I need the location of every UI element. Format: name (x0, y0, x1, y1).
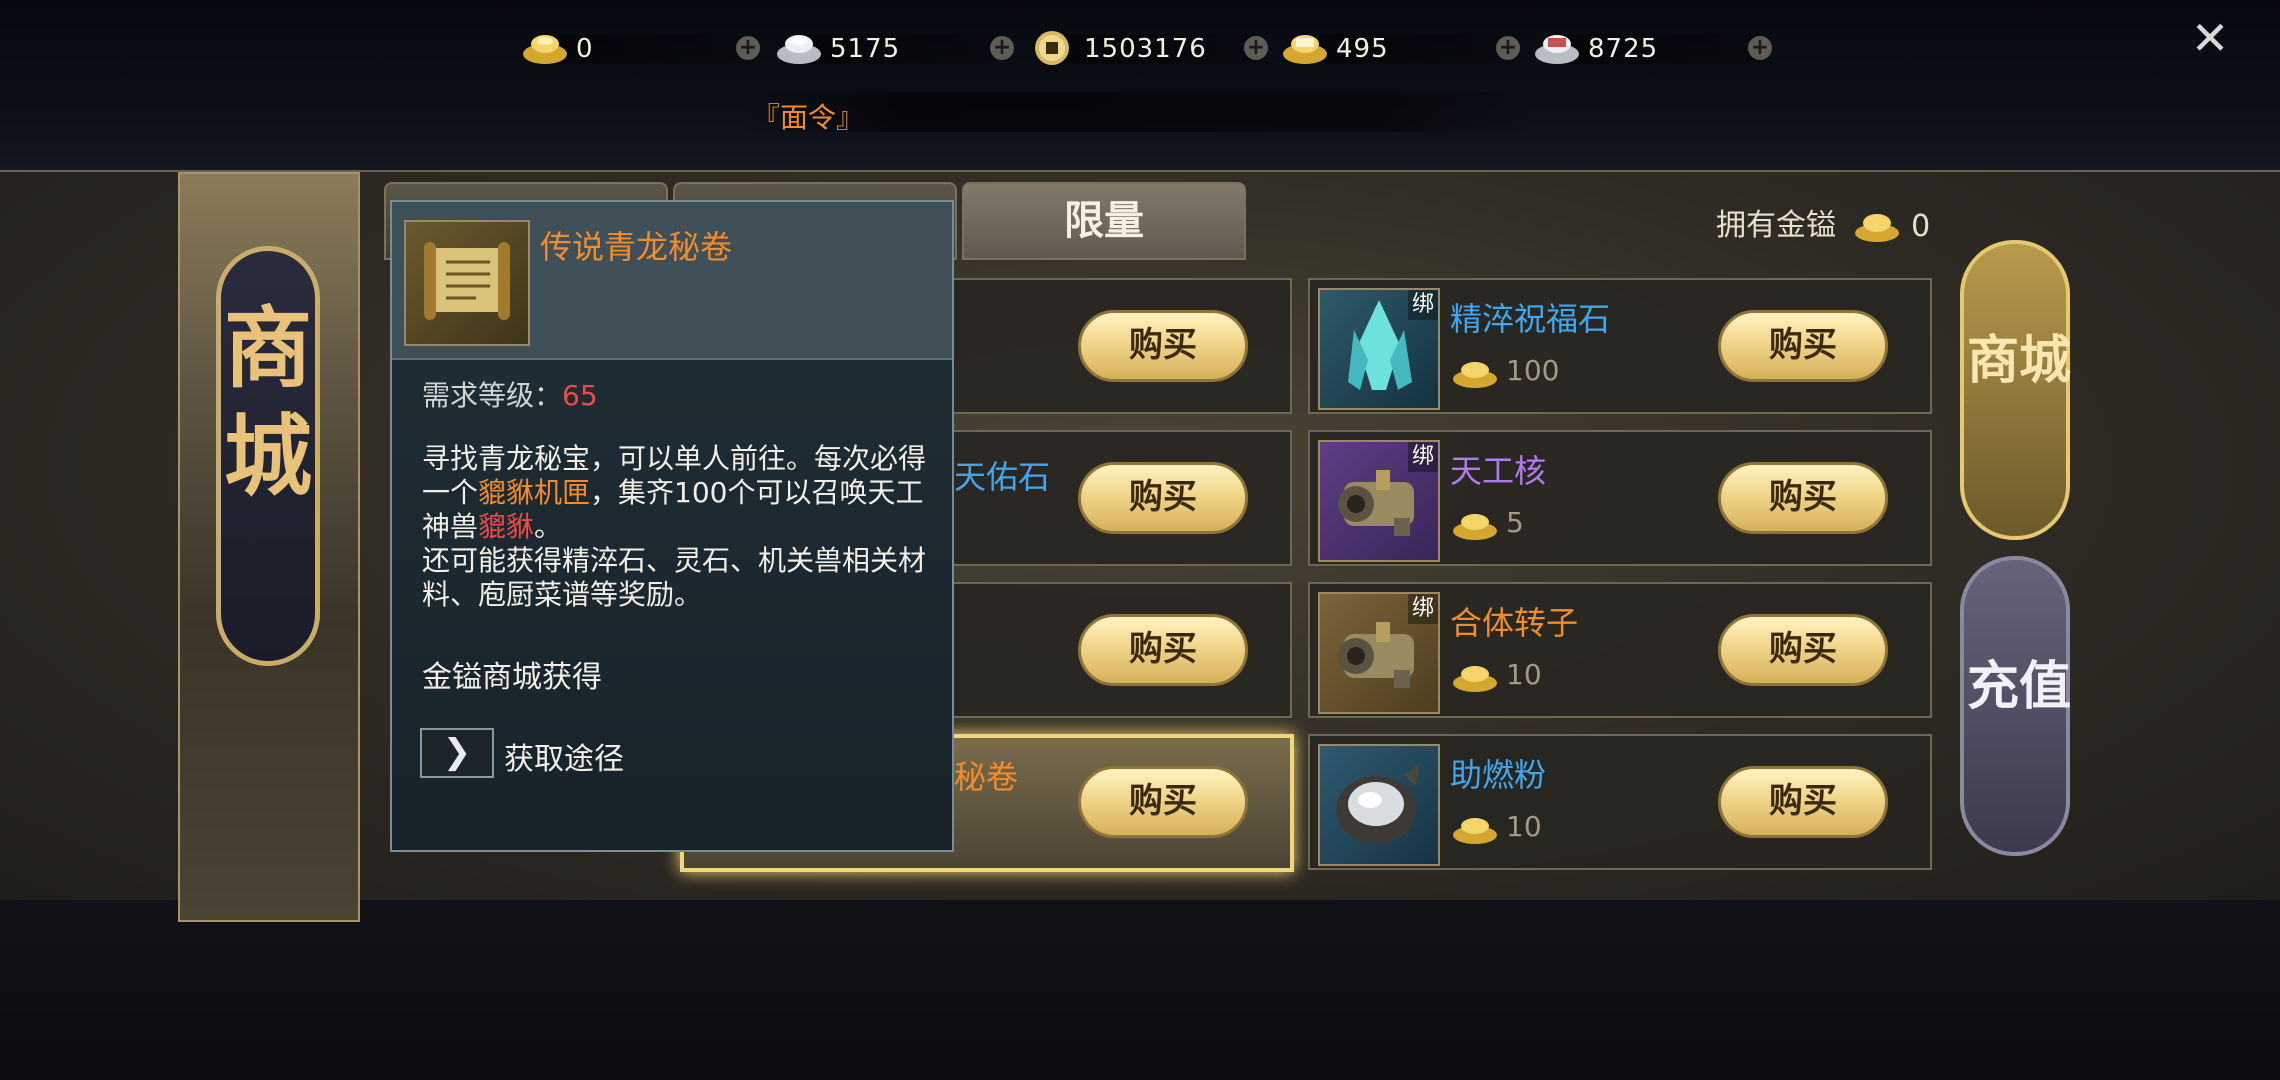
crystal-icon: 绑 (1318, 288, 1440, 410)
copper-coin-icon (1035, 31, 1069, 65)
tooltip-item-name: 传说青龙秘卷 (540, 228, 733, 266)
gold-ingot-icon (1453, 514, 1497, 540)
item-tooltip: 传说青龙秘卷 需求等级：65 寻找青龙秘宝，可以单人前往。每次必得一个貔貅机匣，… (390, 200, 954, 852)
add-currency-button[interactable]: + (1748, 36, 1772, 60)
tooltip-source: 金镒商城获得 (422, 660, 602, 695)
route-label[interactable]: 获取途径 (504, 734, 624, 778)
item-name: 合体转子 (1450, 604, 1579, 642)
currency-value: 8725 (1588, 34, 1659, 64)
item-name: 秘卷 (954, 758, 1019, 796)
buy-button[interactable]: 购买 (1718, 310, 1888, 382)
notice-bar: 『面令』 (740, 92, 1540, 134)
gold-ticket-ingot-icon (1283, 35, 1327, 64)
item-name: 天工核 (1450, 452, 1547, 490)
top-background (0, 0, 2280, 170)
owned-gold-display: 拥有金镒 0 (1716, 200, 1930, 244)
silver-ticket-ingot-icon (1535, 35, 1579, 64)
currency-copper: 1503176 + (1028, 28, 1268, 68)
item-price: 10 (1506, 658, 1542, 691)
currency-value: 1503176 (1084, 34, 1207, 64)
bottom-background (0, 900, 2280, 1080)
currency-value: 5175 (830, 34, 901, 64)
item-price: 10 (1506, 810, 1542, 843)
buy-button[interactable]: 购买 (1718, 766, 1888, 838)
tab-limited-label: 限量 (1064, 197, 1144, 244)
side-tab-recharge[interactable]: 充值 (1960, 556, 2071, 856)
bind-badge: 绑 (1408, 290, 1438, 320)
currency-gold-ticket: 495 + (1280, 28, 1520, 68)
currency-silver-ticket: 8725 + (1532, 28, 1772, 68)
side-tab-shop-label: 商城 (1966, 330, 2071, 391)
shop-banner: 商城 (178, 172, 360, 922)
notice-text: 『面令』 (752, 101, 865, 134)
item-name: 助燃粉 (1450, 756, 1547, 794)
desc-text: 。 (534, 510, 563, 543)
buy-button[interactable]: 购买 (1078, 462, 1248, 534)
item-price: 5 (1506, 506, 1524, 539)
add-currency-button[interactable]: + (990, 36, 1014, 60)
level-label: 需求等级： (422, 379, 563, 412)
tooltip-level: 需求等级：65 (422, 374, 598, 414)
buy-button[interactable]: 购买 (1718, 462, 1888, 534)
level-value: 65 (562, 379, 598, 412)
tooltip-description: 寻找青龙秘宝，可以单人前往。每次必得一个貔貅机匣，集齐100个可以召唤天工神兽貔… (422, 442, 942, 612)
chevron-right-icon: ❯ (442, 732, 472, 772)
add-currency-button[interactable]: + (1244, 36, 1268, 60)
desc-highlight: 貔貅 (478, 510, 535, 543)
item-price: 100 (1506, 354, 1560, 387)
banner-title: 商城 (223, 296, 312, 508)
shop-item-card[interactable]: 绑 精淬祝福石 100 购买 (1308, 278, 1932, 414)
buy-button[interactable]: 购买 (1078, 310, 1248, 382)
scroll-icon (404, 220, 530, 346)
desc-text: 还可能获得精淬石、灵石、机关兽相关材料、庖厨菜谱等奖励。 (422, 544, 927, 611)
shop-item-card[interactable]: 绑 天工核 5 购买 (1308, 430, 1932, 566)
owned-label: 拥有金镒 (1716, 208, 1836, 243)
tab-limited[interactable]: 限量 (962, 182, 1246, 260)
gold-ingot-icon (1453, 818, 1497, 844)
gold-ingot-icon (1854, 213, 1899, 242)
powder-pouch-icon (1318, 744, 1440, 866)
bind-badge: 绑 (1408, 594, 1438, 624)
currency-value: 0 (576, 34, 594, 64)
bind-badge: 绑 (1408, 442, 1438, 472)
owned-value: 0 (1911, 209, 1931, 244)
shop-item-card[interactable]: 绑 合体转子 10 购买 (1308, 582, 1932, 718)
currency-value: 495 (1336, 34, 1389, 64)
buy-button[interactable]: 购买 (1718, 614, 1888, 686)
side-tab-shop[interactable]: 商城 (1960, 240, 2071, 540)
item-name: 精淬祝福石 (1450, 300, 1611, 338)
shop-item-card[interactable]: 助燃粉 10 购买 (1308, 734, 1932, 870)
rotor-icon: 绑 (1318, 592, 1440, 714)
route-arrow-button[interactable]: ❯ (420, 728, 494, 778)
gold-ingot-icon (1453, 362, 1497, 388)
currency-gold: 0 + (520, 28, 760, 68)
buy-button[interactable]: 购买 (1078, 614, 1248, 686)
item-name: 天佑石 (954, 458, 1051, 496)
desc-highlight: 貔貅机匣 (478, 476, 591, 509)
mechanism-core-icon: 绑 (1318, 440, 1440, 562)
silver-ingot-icon (777, 35, 821, 64)
side-tab-recharge-label: 充值 (1966, 656, 2071, 717)
currency-silver: 5175 + (774, 28, 1014, 68)
close-button[interactable]: ✕ (2190, 15, 2230, 61)
gold-ingot-icon (1453, 666, 1497, 692)
add-currency-button[interactable]: + (1496, 36, 1520, 60)
add-currency-button[interactable]: + (736, 36, 760, 60)
buy-button[interactable]: 购买 (1078, 766, 1248, 838)
gold-ingot-icon (523, 35, 567, 64)
